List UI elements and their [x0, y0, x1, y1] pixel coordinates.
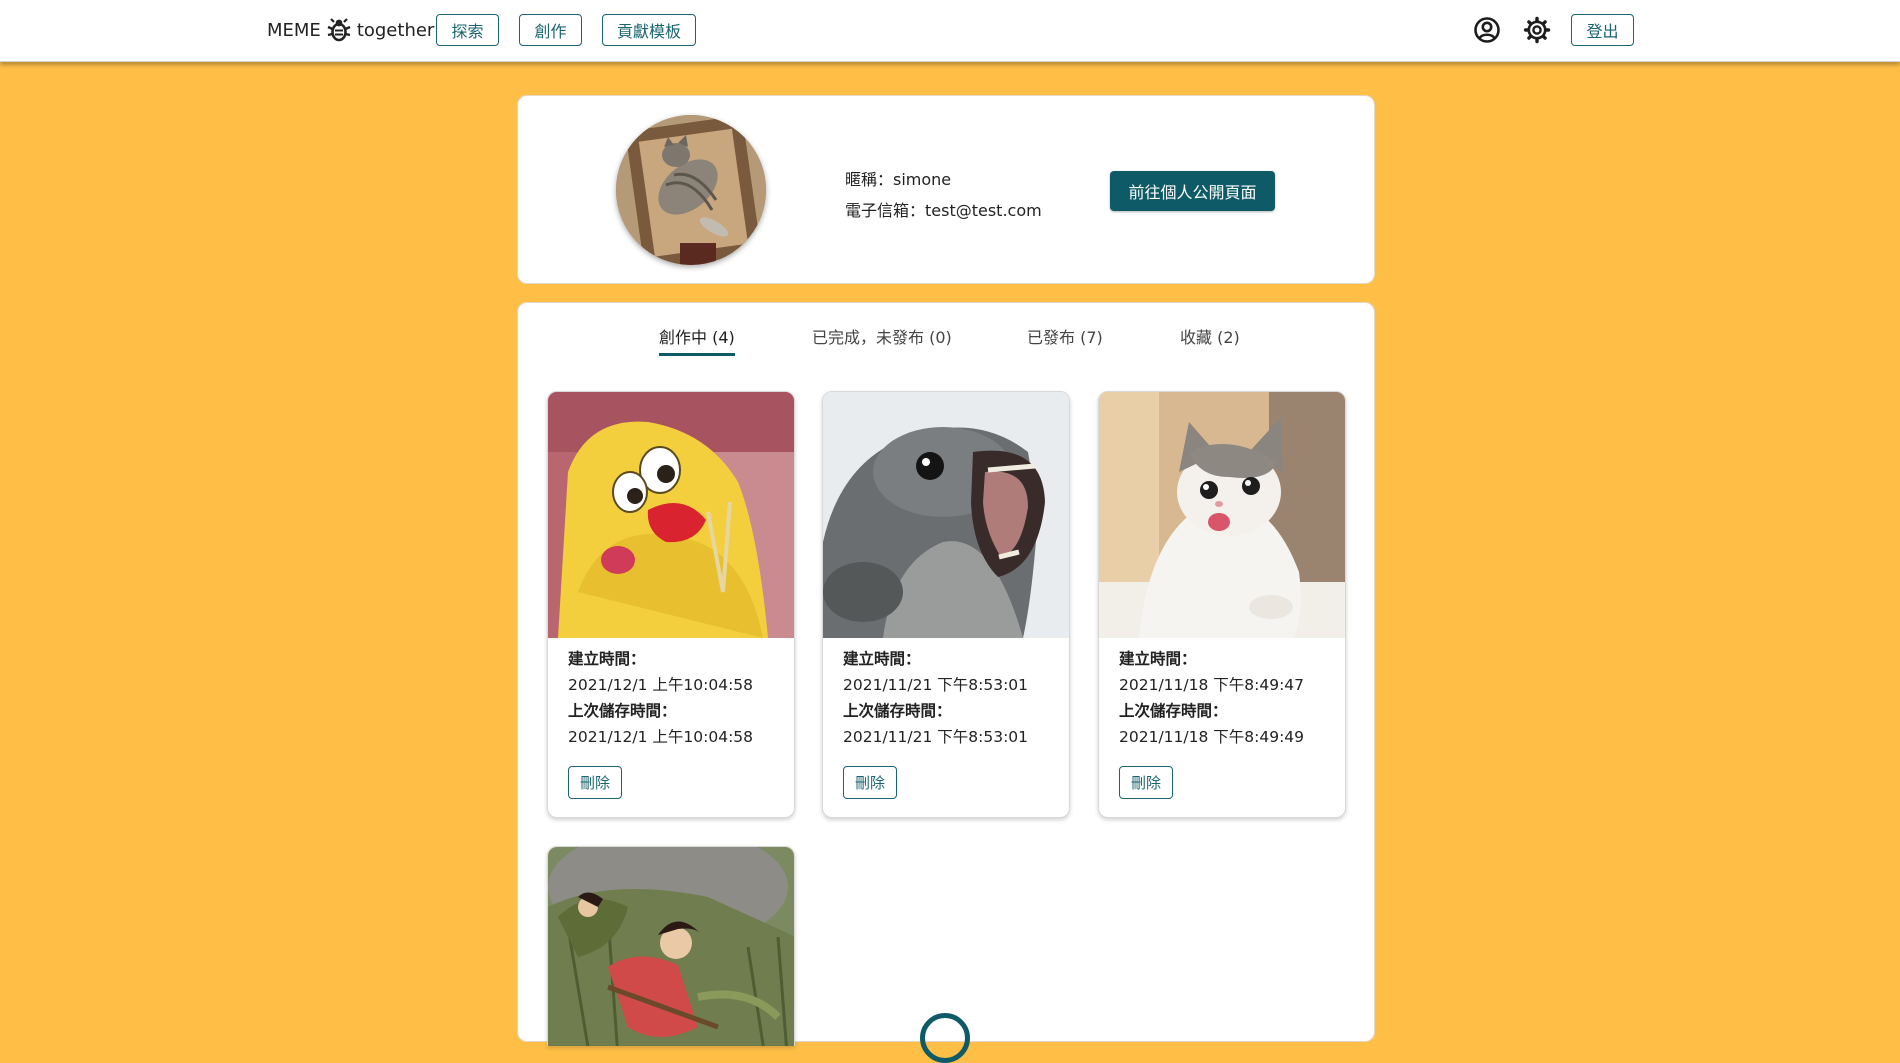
email-text: 電子信箱：test@test.com — [845, 201, 1042, 220]
loading-spinner — [920, 1013, 970, 1063]
tab-published[interactable]: 已發布 (7) — [1027, 325, 1103, 353]
meme-card[interactable]: 建立時間： 2021/11/21 下午8:53:01 上次儲存時間： 2021/… — [822, 391, 1070, 818]
created-value: 2021/12/1 上午10:04:58 — [568, 676, 754, 694]
delete-button[interactable]: 刪除 — [843, 766, 897, 799]
user-circle-icon[interactable] — [1471, 14, 1503, 46]
top-navigation-bar: MEME together 探索 創作 貢獻模板 登出 — [0, 0, 1900, 62]
meme-thumbnail[interactable] — [823, 392, 1070, 638]
saved-label: 上次儲存時間： — [1119, 702, 1228, 720]
brand-text-right: together — [356, 19, 435, 41]
tab-favorites[interactable]: 收藏 (2) — [1180, 325, 1240, 353]
saved-value: 2021/11/21 下午8:53:01 — [843, 728, 1029, 746]
avatar — [616, 115, 766, 265]
public-profile-button[interactable]: 前往個人公開頁面 — [1110, 171, 1275, 211]
created-value: 2021/11/21 下午8:53:01 — [843, 676, 1029, 694]
saved-label: 上次儲存時間： — [843, 702, 952, 720]
created-value: 2021/11/18 下午8:49:47 — [1119, 676, 1305, 694]
meme-thumbnail[interactable] — [548, 847, 795, 1046]
tab-completed-unpublished[interactable]: 已完成，未發布 (0) — [812, 325, 952, 353]
delete-button[interactable]: 刪除 — [568, 766, 622, 799]
created-label: 建立時間： — [843, 650, 921, 668]
works-card: 創作中 (4) 已完成，未發布 (0) 已發布 (7) 收藏 (2) 建立時間：… — [517, 302, 1375, 1063]
meme-meta: 建立時間： 2021/12/1 上午10:04:58 上次儲存時間： 2021/… — [568, 646, 753, 750]
meme-meta: 建立時間： 2021/11/21 下午8:53:01 上次儲存時間： 2021/… — [843, 646, 1028, 750]
delete-button[interactable]: 刪除 — [1119, 766, 1173, 799]
meme-meta: 建立時間： 2021/11/18 下午8:49:47 上次儲存時間： 2021/… — [1119, 646, 1304, 750]
created-label: 建立時間： — [568, 650, 646, 668]
logout-button[interactable]: 登出 — [1571, 14, 1634, 46]
meme-card[interactable]: 建立時間： 2021/12/1 上午10:04:58 上次儲存時間： 2021/… — [547, 391, 795, 818]
explore-button[interactable]: 探索 — [436, 14, 499, 46]
profile-info: 暱稱：simone 電子信箱：test@test.com — [845, 164, 1042, 226]
bug-icon — [326, 17, 352, 43]
contribute-template-button[interactable]: 貢獻模板 — [602, 14, 696, 46]
gear-icon[interactable] — [1521, 14, 1553, 46]
meme-thumbnail[interactable] — [1099, 392, 1346, 638]
tab-in-progress[interactable]: 創作中 (4) — [659, 325, 735, 356]
nickname-text: 暱稱：simone — [845, 170, 952, 189]
saved-value: 2021/12/1 上午10:04:58 — [568, 728, 754, 746]
saved-label: 上次儲存時間： — [568, 702, 677, 720]
profile-card: 暱稱：simone 電子信箱：test@test.com 前往個人公開頁面 — [517, 95, 1375, 284]
create-button[interactable]: 創作 — [519, 14, 582, 46]
meme-card[interactable] — [547, 846, 795, 1046]
meme-thumbnail[interactable] — [548, 392, 795, 638]
created-label: 建立時間： — [1119, 650, 1197, 668]
brand-logo[interactable]: MEME together — [267, 16, 434, 44]
brand-text-left: MEME — [267, 19, 321, 41]
saved-value: 2021/11/18 下午8:49:49 — [1119, 728, 1305, 746]
meme-card[interactable]: 建立時間： 2021/11/18 下午8:49:47 上次儲存時間： 2021/… — [1098, 391, 1346, 818]
